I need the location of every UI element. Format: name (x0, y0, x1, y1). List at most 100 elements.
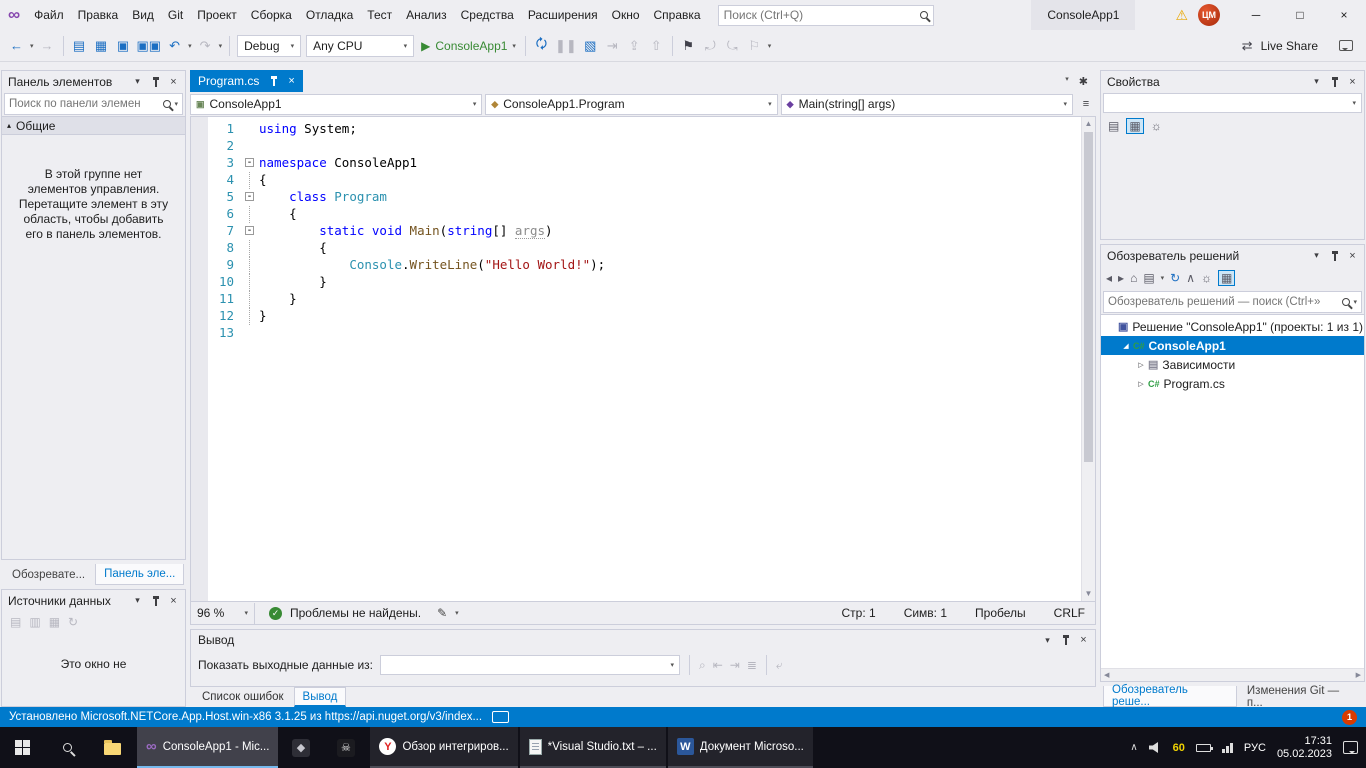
previous-bookmark-icon[interactable]: ⤾ (702, 36, 719, 56)
categorized-icon[interactable]: ▤ (1108, 119, 1119, 133)
clear-output-icon[interactable]: ≣ (747, 658, 757, 672)
quick-search[interactable] (718, 5, 934, 26)
expanded-arrow-icon[interactable]: ◢ (1120, 342, 1132, 350)
chevron-down-icon[interactable]: ▾ (1161, 274, 1165, 282)
code-line[interactable]: 8 { (208, 240, 1095, 257)
chevron-down-icon[interactable]: ▾ (130, 76, 145, 87)
code-editor[interactable]: 1using System;23-namespace ConsoleApp14{… (190, 116, 1096, 602)
code-line[interactable]: 11 } (208, 291, 1095, 308)
hot-reload-icon[interactable]: 🗘 (533, 36, 550, 56)
battery-icon[interactable] (1196, 744, 1211, 752)
toolbox-category-general[interactable]: ▴ Общие (2, 116, 185, 135)
scroll-down-icon[interactable]: ▼ (1082, 587, 1095, 601)
platform-dropdown[interactable]: Any CPU▾ (306, 35, 414, 57)
properties-header[interactable]: Свойства ▾ × (1101, 71, 1364, 92)
taskbar-app-visual-studio[interactable]: ∞ ConsoleApp1 - Mic... (137, 727, 278, 768)
type-dropdown[interactable]: ◆ ConsoleApp1.Program ▾ (485, 94, 777, 115)
navigate-forward-icon[interactable]: → (39, 36, 56, 56)
menu-item[interactable]: Вид (125, 0, 161, 30)
solution-search-input[interactable] (1108, 296, 1339, 308)
collapse-all-icon[interactable]: ∧ (1186, 271, 1195, 285)
collapsed-arrow-icon[interactable]: ▷ (1135, 361, 1147, 369)
menu-item[interactable]: Проект (190, 0, 244, 30)
properties-object-dropdown[interactable]: ▾ (1103, 93, 1362, 113)
code-line[interactable]: 2 (208, 138, 1095, 155)
tab-solution-explorer[interactable]: Обозреватель реше... (1103, 686, 1237, 707)
pin-icon[interactable] (266, 76, 281, 86)
code-line[interactable]: 10 } (208, 274, 1095, 291)
menu-item[interactable]: Окно (605, 0, 647, 30)
volume-icon[interactable] (1149, 742, 1162, 753)
toolbox-header[interactable]: Панель элементов ▾ × (2, 71, 185, 92)
maximize-button[interactable]: □ (1278, 0, 1322, 30)
menu-item[interactable]: Правка (71, 0, 126, 30)
taskbar-app-tool-icon[interactable]: ◆ (278, 727, 323, 768)
keyboard-icon[interactable] (492, 711, 509, 723)
feedback-icon[interactable] (1337, 36, 1354, 56)
fold-collapse-icon[interactable]: - (245, 158, 254, 167)
save-all-icon[interactable]: ▣▣ (137, 36, 162, 56)
word-wrap-icon[interactable]: ⤶ (776, 658, 783, 673)
taskbar-app-game-icon[interactable]: ☠ (323, 727, 368, 768)
chevron-down-icon[interactable]: ▾ (1309, 250, 1324, 261)
code-line[interactable]: 6 { (208, 206, 1095, 223)
tab-git-changes[interactable]: Изменения Git — п... (1239, 686, 1365, 707)
step-over-icon[interactable]: ⇪ (626, 36, 643, 56)
tab-program-cs[interactable]: Program.cs × (190, 70, 303, 92)
menu-item[interactable]: Сборка (244, 0, 299, 30)
close-icon[interactable]: × (288, 75, 294, 87)
find-message-icon[interactable]: ⌕ (699, 658, 706, 673)
close-icon[interactable]: × (1076, 634, 1091, 646)
tree-item[interactable]: ▷C#Program.cs (1101, 374, 1364, 393)
configure-data-source-icon[interactable]: ▦ (49, 615, 60, 629)
code-line[interactable]: 13 (208, 325, 1095, 342)
tree-item[interactable]: ◢C#ConsoleApp1 (1101, 336, 1364, 355)
refresh-data-source-icon[interactable]: ↻ (68, 615, 78, 629)
chevron-down-icon[interactable]: ▾ (130, 595, 145, 606)
menu-item[interactable]: Анализ (399, 0, 454, 30)
chevron-down-icon[interactable]: ▾ (455, 609, 459, 617)
code-line[interactable]: 4{ (208, 172, 1095, 189)
scroll-left-icon[interactable]: ◀ (1104, 671, 1109, 679)
start-button[interactable] (0, 727, 45, 768)
editor-options-gear-icon[interactable]: ✱ (1079, 75, 1088, 88)
switch-views-icon[interactable]: ▤ (1143, 271, 1154, 285)
member-dropdown[interactable]: ◆ Main(string[] args) ▾ (781, 94, 1073, 115)
eol-indicator[interactable]: CRLF (1054, 606, 1085, 620)
minimize-button[interactable]: ─ (1234, 0, 1278, 30)
menu-item[interactable]: Отладка (299, 0, 360, 30)
menu-item[interactable]: Файл (27, 0, 71, 30)
output-source-dropdown[interactable]: ▾ (380, 655, 680, 675)
warning-icon[interactable]: ⚠ (1175, 7, 1188, 24)
goto-next-message-icon[interactable]: ⇥ (730, 658, 740, 672)
undo-caret-icon[interactable]: ▾ (188, 42, 192, 50)
tab-list-chevron-icon[interactable]: ▾ (1065, 75, 1069, 88)
tab-output[interactable]: Вывод (294, 687, 347, 707)
notifications-badge[interactable]: 1 (1342, 710, 1357, 725)
code-line[interactable]: 3-namespace ConsoleApp1 (208, 155, 1095, 172)
project-dropdown[interactable]: ▣ ConsoleApp1 ▾ (190, 94, 482, 115)
back-icon[interactable]: ◂ (1106, 271, 1112, 285)
save-icon[interactable]: ▣ (115, 36, 132, 56)
vertical-scrollbar[interactable]: ▲ ▼ (1081, 117, 1095, 601)
tab-error-list[interactable]: Список ошибок (194, 687, 292, 707)
chevron-down-icon[interactable]: ▾ (768, 42, 772, 50)
close-icon[interactable]: × (166, 595, 181, 607)
menu-item[interactable]: Расширения (521, 0, 605, 30)
live-share-button[interactable]: ⇄ Live Share (1239, 36, 1318, 56)
chevron-down-icon[interactable]: ▾ (1040, 635, 1055, 646)
menu-item[interactable]: Git (161, 0, 190, 30)
redo-icon[interactable]: ↷ (197, 36, 214, 56)
zoom-dropdown[interactable]: 96 % ▾ (191, 603, 255, 624)
code-line[interactable]: 9 Console.WriteLine("Hello World!"); (208, 257, 1095, 274)
avatar[interactable]: ЦМ (1198, 4, 1220, 26)
edit-data-source-icon[interactable]: ▥ (29, 615, 40, 629)
navigate-back-caret-icon[interactable]: ▾ (30, 42, 34, 50)
scroll-up-icon[interactable]: ▲ (1082, 117, 1095, 131)
home-icon[interactable]: ⌂ (1130, 271, 1137, 285)
quick-search-input[interactable] (724, 8, 920, 22)
horizontal-scrollbar[interactable]: ◀ ▶ (1101, 668, 1364, 681)
network-icon[interactable] (1222, 743, 1233, 753)
spaces-indicator[interactable]: Пробелы (975, 606, 1026, 620)
tree-item[interactable]: ▷▤Зависимости (1101, 355, 1364, 374)
